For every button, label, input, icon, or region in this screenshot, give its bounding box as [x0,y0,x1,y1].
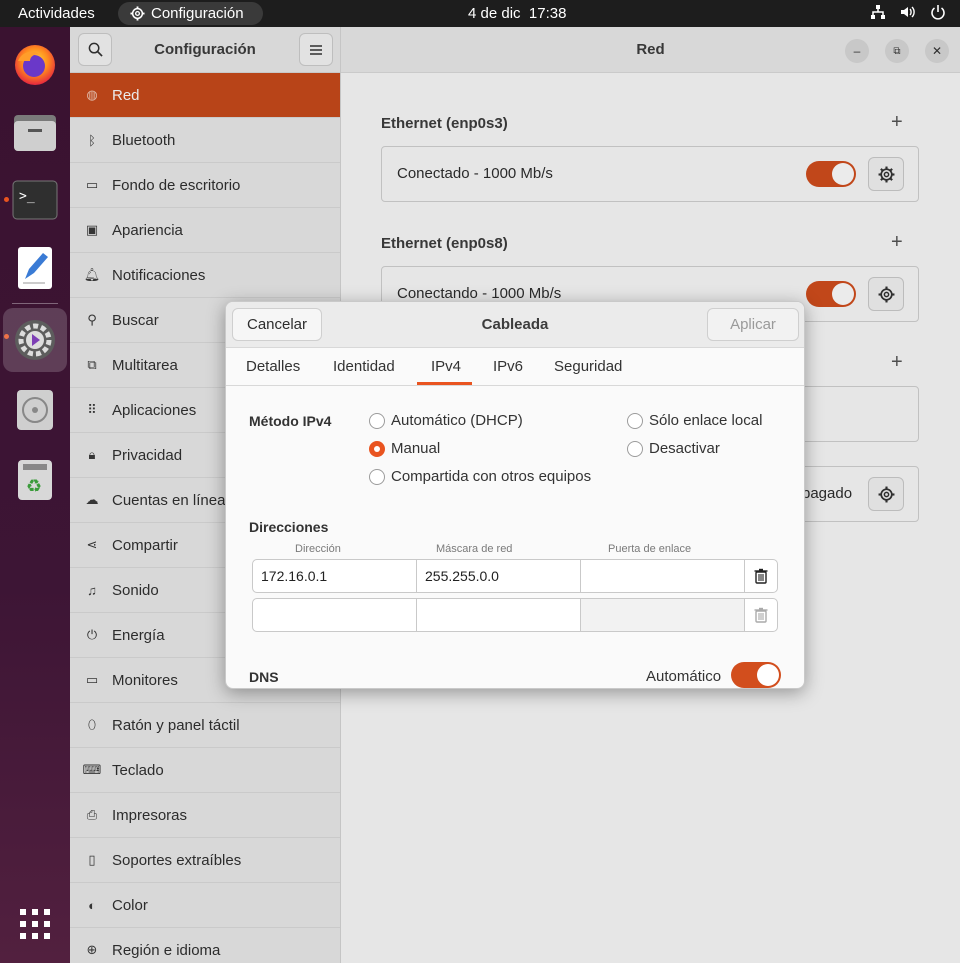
tab-details[interactable]: Detalles [246,358,300,375]
radio-label: Sólo enlace local [649,412,763,429]
clock-time: 17:38 [528,5,567,22]
radio-label: Desactivar [649,440,720,457]
network-wired-icon [871,5,885,19]
volume-icon [901,6,915,18]
dns-label: DNS [249,669,279,685]
netmask-field-1[interactable]: 255.255.0.0 [416,559,581,593]
column-gateway: Puerta de enlace [608,543,692,555]
tab-ipv4[interactable]: IPv4 [431,358,461,375]
trash-icon [754,568,768,584]
method-auto-radio[interactable]: Automático (DHCP) [369,412,523,429]
ipv4-method-label: Método IPv4 [249,413,332,429]
clock[interactable]: 4 de dic 17:38 [468,5,566,22]
radio-indicator [369,468,385,485]
dock-settings[interactable] [3,308,67,372]
dialog-tabs: Detalles Identidad IPv4 IPv6 Seguridad [226,348,804,386]
method-link-local-radio[interactable]: Sólo enlace local [627,412,762,429]
settings-icon [15,320,55,360]
dock: >_ ♻ [0,27,70,963]
clock-date: 4 de dic [468,5,521,22]
dock-files[interactable] [3,100,67,164]
terminal-icon: >_ [12,180,58,220]
radio-indicator [369,412,385,429]
method-disable-radio[interactable]: Desactivar [627,440,720,457]
gateway-field-1[interactable] [580,559,745,593]
dock-terminal[interactable]: >_ [3,168,67,232]
cancel-button[interactable]: Cancelar [232,308,322,341]
dock-separator [12,303,58,304]
radio-label: Automático (DHCP) [391,412,523,429]
svg-text:>_: >_ [19,189,35,204]
address-field-1[interactable]: 172.16.0.1 [252,559,417,593]
app-grid-icon [20,909,50,939]
gateway-field-2[interactable] [580,598,745,632]
tab-ipv6[interactable]: IPv6 [493,358,523,375]
dock-trash[interactable]: ♻ [3,448,67,512]
disc-icon [17,390,53,430]
files-icon [14,115,56,151]
dock-app-grid[interactable] [3,892,67,956]
svg-text:♻: ♻ [26,476,42,496]
activities-button[interactable]: Actividades [18,5,95,22]
dns-auto-toggle[interactable] [731,662,781,688]
top-bar: Actividades Configuración 4 de dic 17:38 [0,0,960,27]
column-address: Dirección [295,543,341,555]
tab-security[interactable]: Seguridad [554,358,622,375]
method-shared-radio[interactable]: Compartida con otros equipos [369,468,591,485]
apply-button[interactable]: Aplicar [707,308,799,341]
radio-indicator-selected [369,440,385,457]
system-tray[interactable] [870,4,946,20]
delete-address-2-button[interactable] [744,598,778,632]
delete-address-1-button[interactable] [744,559,778,593]
text-editor-icon [18,247,52,289]
wired-dialog: Cancelar Cableada Aplicar Detalles Ident… [225,301,805,689]
dialog-header: Cancelar Cableada Aplicar [226,302,804,348]
radio-label: Manual [391,440,441,457]
addresses-label: Direcciones [249,519,329,535]
dock-disc[interactable] [3,378,67,442]
trash-icon: ♻ [18,460,52,500]
power-icon [931,5,945,20]
netmask-field-2[interactable] [416,598,581,632]
trash-icon [754,607,768,623]
column-netmask: Máscara de red [436,543,513,555]
method-manual-radio[interactable]: Manual [369,440,440,457]
active-tab-indicator [417,382,472,385]
dialog-title: Cableada [481,316,549,333]
firefox-icon [15,45,55,85]
radio-indicator [627,412,643,429]
app-menu-label: Configuración [151,5,244,22]
address-field-2[interactable] [252,598,417,632]
app-menu[interactable]: Configuración [118,2,263,25]
radio-indicator [627,440,643,457]
radio-label: Compartida con otros equipos [391,468,592,485]
gear-icon [130,6,145,21]
dns-auto-label: Automático [646,668,722,685]
dock-text-editor[interactable] [3,236,67,300]
tab-identity[interactable]: Identidad [333,358,395,375]
dock-firefox[interactable] [3,32,67,96]
